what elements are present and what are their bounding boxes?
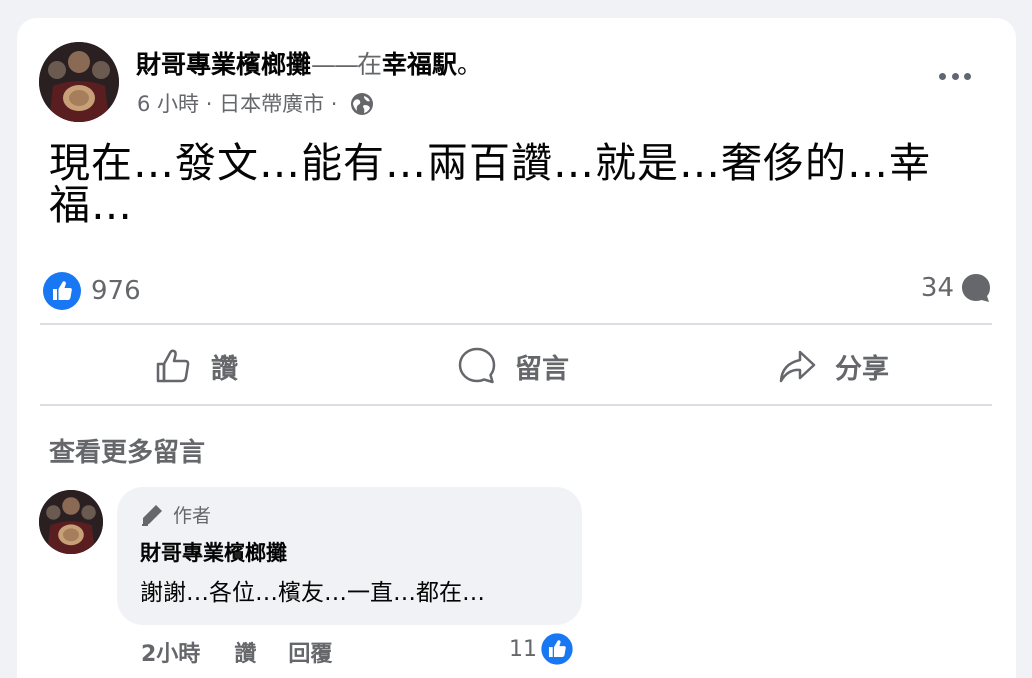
share-label: 分享 [835, 353, 889, 385]
author-badge: 作者 [139, 501, 211, 528]
meta-separator: · [324, 92, 345, 116]
thumbs-up-icon [156, 349, 190, 383]
comment-button[interactable]: 留言 [457, 336, 569, 396]
location-link[interactable]: 幸福駅 [382, 50, 457, 79]
commenter-avatar[interactable] [39, 490, 103, 554]
header-dash: —— [311, 50, 359, 79]
post-header: 財哥專業檳榔攤——在幸福駅。 [136, 48, 482, 82]
author-avatar[interactable] [39, 42, 119, 122]
post-time[interactable]: 6 小時 [137, 90, 199, 118]
author-badge-label: 作者 [173, 505, 212, 527]
post-place[interactable]: 日本帶廣市 [219, 90, 324, 118]
comment-like-count: 11 [509, 636, 537, 662]
comment-like-button[interactable]: 讚 [234, 636, 256, 668]
comment-time[interactable]: 2小時 [141, 636, 200, 668]
author-name[interactable]: 財哥專業檳榔攤 [136, 50, 311, 79]
avatar-image [39, 42, 119, 122]
commenter-name[interactable]: 財哥專業檳榔攤 [140, 537, 287, 567]
more-options-icon[interactable] [935, 64, 975, 88]
pencil-icon [142, 504, 162, 526]
post-meta: 6 小時 · 日本帶廣市 · [137, 90, 374, 118]
post-card: 財哥專業檳榔攤——在幸福駅。 6 小時 · 日本帶廣市 · 現在…發文…能有…兩… [17, 18, 1016, 678]
like-badge-icon [539, 631, 575, 667]
comment-text: 謝謝…各位…檳友…一直…都在… [140, 580, 485, 606]
view-more-comments-link[interactable]: 查看更多留言 [49, 432, 205, 469]
reactions-summary[interactable]: 976 [43, 272, 141, 310]
dot [964, 72, 971, 80]
comment-icon [458, 347, 496, 384]
comment-reply-button[interactable]: 回覆 [288, 636, 332, 668]
like-button[interactable]: 讚 [153, 336, 238, 396]
comment-bubble-icon [962, 274, 990, 302]
meta-separator: · [199, 92, 220, 116]
end-punct: 。 [457, 50, 483, 79]
like-label: 讚 [211, 353, 238, 385]
divider [40, 404, 992, 406]
divider [40, 323, 992, 325]
comment-count: 34 [920, 273, 954, 303]
like-badge-icon [43, 272, 81, 310]
comment-label: 留言 [515, 353, 569, 385]
comment-actions: 2小時 讚 回覆 [141, 636, 332, 668]
comment-bubble: 作者 財哥專業檳榔攤 謝謝…各位…檳友…一直…都在… [117, 487, 582, 625]
dot [939, 72, 946, 80]
share-button[interactable]: 分享 [777, 336, 889, 396]
dot [951, 72, 959, 80]
with-word: 在 [357, 50, 383, 79]
comments-summary[interactable]: 34 [921, 272, 992, 304]
avatar-image [39, 490, 103, 554]
globe-icon [351, 93, 374, 115]
comment-reactions[interactable]: 11 [509, 631, 575, 667]
share-icon [779, 350, 816, 383]
post-text: 現在…發文…能有…兩百讚…就是…奢侈的…幸福… [49, 139, 931, 229]
like-count: 976 [91, 276, 141, 306]
